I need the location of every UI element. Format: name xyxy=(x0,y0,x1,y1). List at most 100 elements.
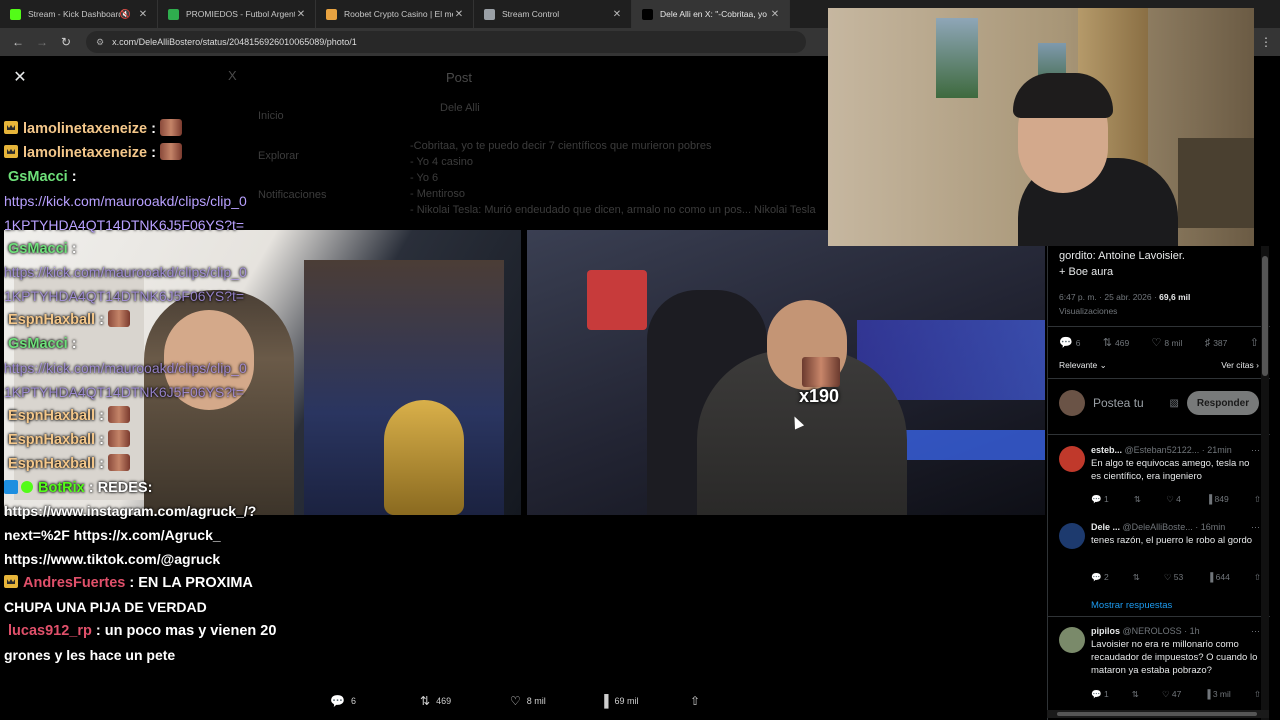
reply-author[interactable]: esteb... xyxy=(1091,445,1122,455)
like-action[interactable]: ♡ 8 mil xyxy=(1152,336,1183,349)
reply-input[interactable]: Postea tu xyxy=(1093,396,1170,410)
tab-close-icon[interactable]: ✕ xyxy=(137,9,149,20)
like-action[interactable]: ♡ 4 xyxy=(1166,494,1181,505)
repost-action[interactable]: ⇅ 469 xyxy=(420,694,510,708)
like-action[interactable]: ♡ 8 mil xyxy=(510,694,600,708)
reload-icon[interactable]: ↻ xyxy=(54,35,78,49)
reply-body: En algo te equivocas amego, tesla no es … xyxy=(1091,458,1250,482)
share-icon[interactable]: ⇧ xyxy=(1254,572,1261,583)
chat-link[interactable]: https://kick.com/maurooakd/clips/clip_0 xyxy=(4,360,247,376)
browser-menu-icon[interactable]: ⋮ xyxy=(1260,35,1272,49)
chat-username[interactable]: BotRix xyxy=(38,480,85,496)
chat-message: GsMacci : xyxy=(4,166,77,188)
more-icon[interactable]: ⋯ xyxy=(1251,522,1260,533)
close-icon[interactable]: ✕ xyxy=(8,66,32,90)
more-icon[interactable]: ⋯ xyxy=(1251,445,1260,456)
repost-icon[interactable]: ⇅ xyxy=(1132,689,1139,700)
browser-tab[interactable]: Stream Control ✕ xyxy=(474,0,632,28)
views-action[interactable]: ▐ 849 xyxy=(1206,494,1229,505)
tab-close-icon[interactable]: ✕ xyxy=(453,9,465,20)
views-action[interactable]: ▐ 69 mil xyxy=(600,694,690,708)
browser-tab[interactable]: Dele Alli en X: "-Cobritaa, yo te ✕ xyxy=(632,0,790,28)
bookmark-action[interactable]: ♯ 387 xyxy=(1205,336,1228,349)
reply-item[interactable]: pipilos @NEROLOSS · 1h ⋯ Lavoisier no er… xyxy=(1059,626,1264,716)
reply-item[interactable]: esteb... @Esteban52122... · 21min ⋯ En a… xyxy=(1059,445,1264,515)
chat-link[interactable]: https://kick.com/maurooakd/clips/clip_0 xyxy=(4,193,247,209)
chat-username[interactable]: AndresFuertes xyxy=(23,575,125,591)
sidebar-item-home[interactable]: Inicio xyxy=(258,110,284,122)
webcam-overlay xyxy=(828,8,1254,246)
like-action[interactable]: ♡ 47 xyxy=(1162,689,1181,700)
horizontal-scrollbar[interactable] xyxy=(1047,710,1269,718)
reply-button[interactable]: Responder xyxy=(1187,391,1259,415)
chat-link[interactable]: 1KPTYHDA4QT14DTNK6J5F06YS?t= xyxy=(4,217,244,233)
back-icon[interactable]: ← xyxy=(6,35,30,49)
browser-tab[interactable]: Roobet Crypto Casino | El mejo ✕ xyxy=(316,0,474,28)
chat-username[interactable]: lamolinetaxeneize xyxy=(23,121,147,137)
divider xyxy=(1048,378,1270,379)
muted-icon[interactable]: 🔇 xyxy=(120,9,131,20)
chat-link[interactable]: 1KPTYHDA4QT14DTNK6J5F06YS?t= xyxy=(4,288,244,304)
share-icon[interactable]: ⇧ xyxy=(1254,494,1261,505)
sidebar-item-explore[interactable]: Explorar xyxy=(258,150,299,162)
sidebar-item-notifications[interactable]: Notificaciones xyxy=(258,189,326,201)
reply-header: pipilos @NEROLOSS · 1h xyxy=(1091,626,1200,636)
chat-username[interactable]: GsMacci xyxy=(8,241,68,257)
chat-username[interactable]: EspnHaxball xyxy=(8,432,95,448)
reply-action[interactable]: 💬 1 xyxy=(1091,494,1109,505)
share-action[interactable]: ⇧ xyxy=(690,694,780,708)
tab-favicon-icon xyxy=(484,8,495,20)
browser-tab[interactable]: PROMIEDOS - Futbol Argentino✕ xyxy=(158,0,316,28)
chat-text: : xyxy=(95,431,104,448)
scrollbar[interactable] xyxy=(1261,246,1269,720)
more-icon[interactable]: ⋯ xyxy=(1251,626,1260,637)
tab-close-icon[interactable]: ✕ xyxy=(611,9,623,20)
repost-count: 469 xyxy=(436,696,452,706)
chat-link[interactable]: https://kick.com/maurooakd/clips/clip_0 xyxy=(4,264,247,280)
repost-icon[interactable]: ⇅ xyxy=(1133,572,1140,583)
views-action[interactable]: ▐ 644 xyxy=(1207,572,1230,583)
chat-link[interactable]: 1KPTYHDA4QT14DTNK6J5F06YS?t= xyxy=(4,384,244,400)
chat-username[interactable]: GsMacci xyxy=(8,169,68,185)
chat-username[interactable]: EspnHaxball xyxy=(8,408,95,424)
chat-username[interactable]: lamolinetaxeneize xyxy=(23,145,147,161)
chat-username[interactable]: GsMacci xyxy=(8,336,68,352)
divider xyxy=(1048,616,1270,617)
view-quotes-link[interactable]: Ver citas › xyxy=(1221,360,1259,371)
share-action[interactable]: ⇧ xyxy=(1250,336,1259,349)
reply-action[interactable]: 💬 6 xyxy=(1059,336,1080,349)
tweet-time[interactable]: 6:47 p. m. · 25 abr. 2026 · xyxy=(1059,292,1159,302)
browser-tab[interactable]: Stream - Kick Dashboard 🔇 ✕ xyxy=(0,0,158,28)
scrollbar-thumb[interactable] xyxy=(1057,712,1257,716)
like-action[interactable]: ♡ 53 xyxy=(1164,572,1183,583)
scrollbar-thumb[interactable] xyxy=(1262,256,1268,376)
subscriber-badge-icon xyxy=(4,144,18,158)
chat-username[interactable]: EspnHaxball xyxy=(8,456,95,472)
reply-actions: 💬 1 ⇅ ♡ 47 ▐ 3 mil ⇧ xyxy=(1091,689,1261,700)
media-icon[interactable]: ▧ xyxy=(1170,398,1179,409)
reply-count: 2 xyxy=(1103,572,1109,582)
chat-username[interactable]: EspnHaxball xyxy=(8,312,95,328)
chat-username[interactable]: lucas912_rp xyxy=(8,623,92,639)
forward-icon[interactable]: → xyxy=(30,35,54,49)
tab-close-icon[interactable]: ✕ xyxy=(769,9,781,20)
reply-action[interactable]: 💬 6 xyxy=(330,694,420,708)
reply-item[interactable]: Dele ... @DeleAlliBoste... · 16min ⋯ ten… xyxy=(1059,522,1264,592)
reply-action[interactable]: 💬 1 xyxy=(1091,689,1109,700)
reply-author[interactable]: pipilos xyxy=(1091,626,1120,636)
url-field[interactable]: ⚙ x.com/DeleAlliBostero/status/204815692… xyxy=(86,31,806,53)
site-info-icon[interactable]: ⚙ xyxy=(96,37,104,48)
emote-icon xyxy=(107,310,130,328)
reply-author[interactable]: Dele ... xyxy=(1091,522,1120,532)
divider xyxy=(1048,434,1270,435)
reply-action[interactable]: 💬 2 xyxy=(1091,572,1109,583)
repost-action[interactable]: ⇅ 469 xyxy=(1103,336,1129,349)
share-icon[interactable]: ⇧ xyxy=(1254,689,1261,700)
show-replies-link[interactable]: Mostrar respuestas xyxy=(1091,600,1172,611)
chat-message: EspnHaxball : xyxy=(4,405,130,427)
repost-icon[interactable]: ⇅ xyxy=(1134,494,1141,505)
views-action[interactable]: ▐ 3 mil xyxy=(1204,689,1230,700)
tab-close-icon[interactable]: ✕ xyxy=(295,9,307,20)
tab-label: Roobet Crypto Casino | El mejo xyxy=(344,9,453,19)
sort-dropdown[interactable]: Relevante ⌄ xyxy=(1059,360,1107,371)
